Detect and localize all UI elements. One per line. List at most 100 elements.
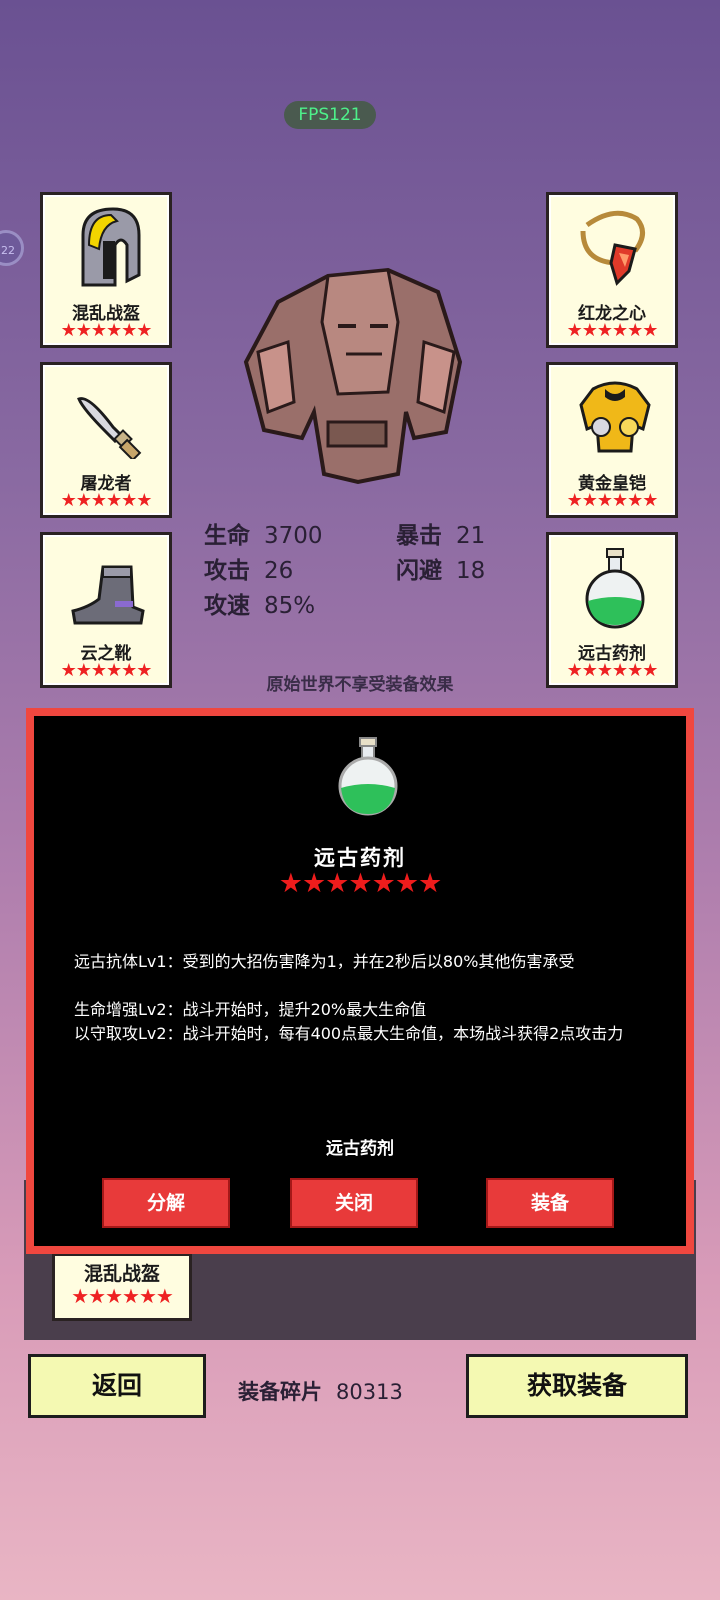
star-icon: ★ [612, 320, 628, 341]
back-button[interactable]: 返回 [28, 1354, 206, 1418]
stat-value: 18 [456, 558, 486, 584]
stat-label: 攻击 [204, 558, 250, 584]
item-footer-name: 远古药剂 [326, 1139, 394, 1159]
slot-potion[interactable]: 远古药剂 ★★★★★★ [546, 532, 678, 688]
star-icon: ★ [612, 490, 628, 511]
star-icon: ★ [627, 320, 643, 341]
item-detail-modal: 远古药剂 ★★★★★★★ 远古抗体Lv1：受到的大招伤害降为1，并在2秒后以80… [26, 708, 694, 1254]
star-rating: ★★★★★★ [549, 491, 675, 511]
star-icon: ★ [642, 320, 658, 341]
star-icon: ★ [627, 490, 643, 511]
star-icon: ★ [122, 1284, 140, 1308]
star-rating: ★★★★★★ [549, 661, 675, 681]
star-icon: ★ [90, 490, 107, 511]
potion-icon [585, 548, 645, 629]
decompose-button[interactable]: 分解 [102, 1178, 230, 1228]
star-icon: ★ [642, 660, 658, 681]
stat-attack: 攻击 26 [204, 551, 293, 585]
stat-value: 85% [264, 593, 316, 619]
star-icon: ★ [348, 868, 372, 899]
star-icon: ★ [612, 660, 628, 681]
star-icon: ★ [278, 868, 303, 899]
star-rating: ★★★★★★ [43, 661, 169, 681]
star-icon: ★ [90, 660, 107, 681]
star-icon: ★ [60, 320, 77, 341]
slot-armor[interactable]: 黄金皇铠 ★★★★★★ [546, 362, 678, 518]
star-icon: ★ [121, 490, 137, 511]
star-icon: ★ [90, 320, 107, 341]
star-rating: ★★★★★★ [549, 321, 675, 341]
close-button[interactable]: 关闭 [290, 1178, 418, 1228]
star-icon: ★ [596, 320, 613, 341]
star-icon: ★ [71, 1284, 89, 1308]
equip-button[interactable]: 装备 [486, 1178, 614, 1228]
slot-helmet[interactable]: 混乱战盔 ★★★★★★ [40, 192, 172, 348]
star-icon: ★ [301, 868, 326, 899]
star-icon: ★ [60, 660, 77, 681]
inventory-item-name: 混乱战盔 [83, 1263, 160, 1285]
star-icon: ★ [75, 490, 92, 511]
item-effect-2: 生命增强Lv2：战斗开始时，提升20%最大生命值 [74, 1000, 427, 1019]
star-icon: ★ [566, 490, 583, 511]
star-icon: ★ [136, 660, 152, 681]
slot-weapon[interactable]: 屠龙者 ★★★★★★ [40, 362, 172, 518]
star-icon: ★ [371, 868, 396, 899]
star-icon: ★ [566, 320, 583, 341]
star-icon: ★ [75, 660, 92, 681]
star-icon: ★ [136, 490, 152, 511]
star-icon: ★ [105, 1284, 123, 1308]
item-effect-3: 以守取攻Lv2：战斗开始时，每有400点最大生命值，本场战斗获得2点攻击力 [74, 1024, 624, 1043]
stat-label: 闪避 [396, 558, 442, 584]
boot-icon [71, 565, 145, 625]
star-icon: ★ [75, 320, 92, 341]
star-icon: ★ [88, 1284, 106, 1308]
stat-value: 26 [264, 558, 294, 584]
star-icon: ★ [394, 868, 419, 899]
inventory-item[interactable]: 混乱战盔 ★★★★★★ [52, 1253, 192, 1321]
stat-hp: 生命 3700 [204, 516, 323, 550]
stat-value: 21 [456, 523, 486, 549]
star-icon: ★ [581, 660, 598, 681]
fps-counter: FPS121 [284, 101, 376, 129]
star-icon: ★ [121, 660, 137, 681]
potion-icon [338, 737, 398, 816]
star-icon: ★ [325, 868, 349, 899]
side-tab[interactable]: 22 [0, 230, 24, 266]
star-icon: ★ [581, 320, 598, 341]
stat-label: 攻速 [204, 593, 250, 619]
star-icon: ★ [627, 660, 643, 681]
star-icon: ★ [566, 660, 583, 681]
star-icon: ★ [596, 490, 613, 511]
star-icon: ★ [106, 660, 122, 681]
shards-label: 装备碎片 [238, 1380, 322, 1404]
stat-dodge: 闪避 18 [396, 551, 485, 585]
stat-label: 暴击 [396, 523, 442, 549]
star-icon: ★ [136, 320, 152, 341]
star-rating: ★★★★★★ [55, 1286, 189, 1306]
stat-value: 3700 [264, 523, 323, 549]
equipment-shards: 装备碎片 80313 [238, 1376, 403, 1406]
star-icon: ★ [60, 490, 77, 511]
star-icon: ★ [642, 490, 658, 511]
star-icon: ★ [596, 660, 613, 681]
slot-boots[interactable]: 云之靴 ★★★★★★ [40, 532, 172, 688]
stat-crit: 暴击 21 [396, 516, 485, 550]
star-icon: ★ [106, 320, 122, 341]
star-rating: ★★★★★★ [43, 491, 169, 511]
golem-character [243, 267, 463, 485]
gold-armor-icon [579, 381, 651, 453]
world-note: 原始世界不享受装备效果 [266, 675, 454, 695]
stat-label: 生命 [204, 523, 250, 549]
stat-attack-speed: 攻速 85% [204, 586, 315, 620]
star-icon: ★ [138, 1284, 157, 1308]
helmet-icon [81, 207, 141, 287]
dagger-icon [77, 397, 142, 459]
get-equipment-button[interactable]: 获取装备 [466, 1354, 688, 1418]
item-star-rating: ★★★★★★★ [34, 868, 686, 899]
star-icon: ★ [106, 490, 122, 511]
slot-amulet[interactable]: 红龙之心 ★★★★★★ [546, 192, 678, 348]
amulet-icon [580, 210, 645, 286]
star-icon: ★ [581, 490, 598, 511]
item-effect-1: 远古抗体Lv1：受到的大招伤害降为1，并在2秒后以80%其他伤害承受 [74, 952, 575, 971]
star-icon: ★ [418, 868, 442, 899]
